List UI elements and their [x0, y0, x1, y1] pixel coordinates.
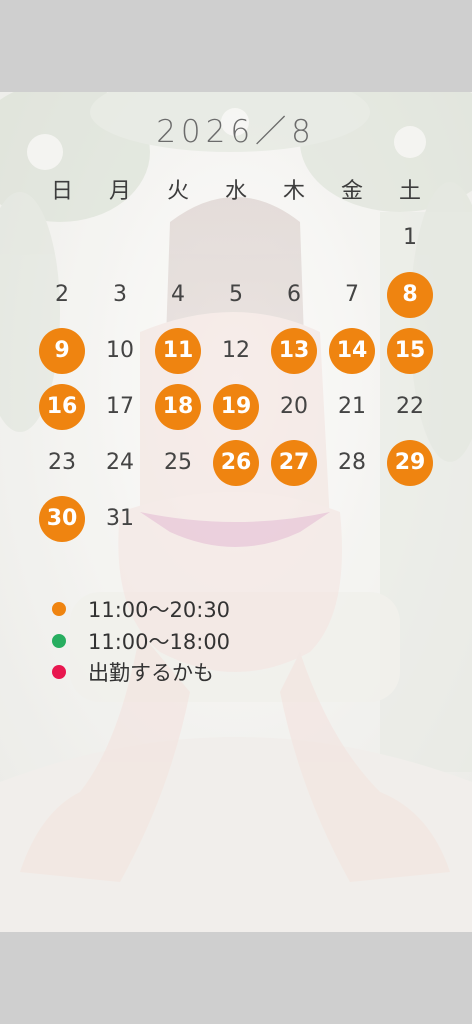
- day-cell[interactable]: 20: [271, 384, 317, 430]
- legend-label: 11:00〜18:00: [88, 630, 231, 654]
- weekday-label: 金: [340, 179, 363, 204]
- bottom-letterbox: [0, 932, 472, 1024]
- day-cell[interactable]: 12: [213, 328, 259, 374]
- day-cell[interactable]: 24: [97, 440, 143, 486]
- legend-dot-icon: [52, 634, 66, 648]
- day-cell[interactable]: 7: [329, 272, 375, 318]
- day-cell-working[interactable]: 11: [155, 328, 201, 374]
- day-cell-working[interactable]: 14: [329, 328, 375, 374]
- day-cell[interactable]: 25: [155, 440, 201, 486]
- day-cell[interactable]: 2: [39, 272, 85, 318]
- day-cell-working[interactable]: 26: [213, 440, 259, 486]
- day-cell-working[interactable]: 16: [39, 384, 85, 430]
- day-cell[interactable]: 10: [97, 328, 143, 374]
- day-cell-working[interactable]: 8: [387, 272, 433, 318]
- day-cell-working[interactable]: 30: [39, 496, 85, 542]
- weekday-label: 日: [50, 179, 73, 204]
- legend-dot-icon: [52, 602, 66, 616]
- day-cell[interactable]: 1: [387, 215, 433, 261]
- day-cell-working[interactable]: 18: [155, 384, 201, 430]
- calendar-title: 2026／8: [156, 114, 316, 150]
- day-cell[interactable]: 28: [329, 440, 375, 486]
- legend-item: 出勤するかも: [52, 657, 214, 687]
- day-cell-working[interactable]: 19: [213, 384, 259, 430]
- day-cell[interactable]: 21: [329, 384, 375, 430]
- day-cell[interactable]: 3: [97, 272, 143, 318]
- day-cell[interactable]: 17: [97, 384, 143, 430]
- legend-label: 11:00〜20:30: [88, 598, 231, 622]
- day-cell[interactable]: 5: [213, 272, 259, 318]
- day-cell[interactable]: 23: [39, 440, 85, 486]
- weekday-label: 土: [398, 179, 421, 204]
- day-cell[interactable]: 6: [271, 272, 317, 318]
- weekday-label: 火: [166, 179, 189, 204]
- day-cell-working[interactable]: 29: [387, 440, 433, 486]
- legend-dot-icon: [52, 665, 66, 679]
- top-letterbox: [0, 0, 472, 92]
- weekday-label: 水: [224, 179, 247, 204]
- day-cell[interactable]: 31: [97, 496, 143, 542]
- legend-item: 11:00〜20:30: [52, 594, 230, 624]
- day-cell-working[interactable]: 9: [39, 328, 85, 374]
- calendar-panel: 2026／8 日月火水木金土 1 2 3 4 5 6 7 8 9 10 11 12 13 14 15 16 17…: [0, 92, 472, 932]
- day-cell[interactable]: 4: [155, 272, 201, 318]
- legend-item: 11:00〜18:00: [52, 626, 230, 656]
- weekday-label: 月: [108, 179, 131, 204]
- weekday-label: 木: [282, 179, 305, 204]
- day-cell-working[interactable]: 27: [271, 440, 317, 486]
- day-cell-working[interactable]: 13: [271, 328, 317, 374]
- legend-label: 出勤するかも: [88, 661, 214, 685]
- day-cell[interactable]: 22: [387, 384, 433, 430]
- day-cell-working[interactable]: 15: [387, 328, 433, 374]
